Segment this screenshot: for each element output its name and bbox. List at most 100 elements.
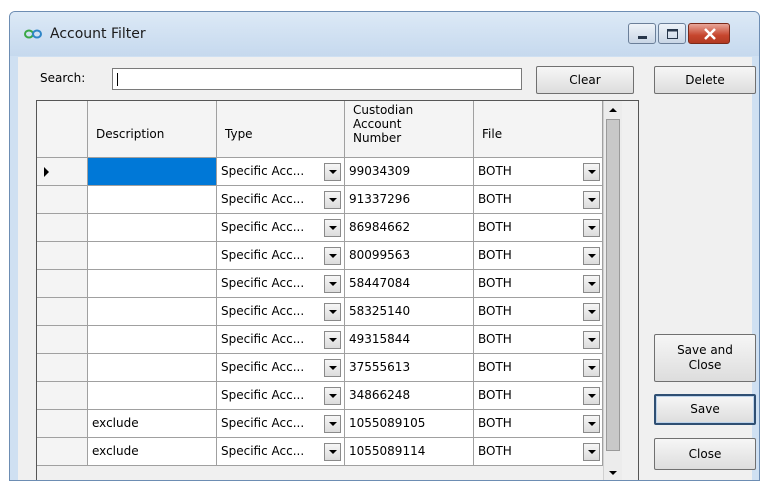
file-combo-cell[interactable]: BOTH: [474, 410, 603, 438]
scroll-down-arrow-icon[interactable]: [604, 464, 622, 480]
type-combo-cell[interactable]: Specific Acc...: [217, 186, 345, 214]
close-window-button[interactable]: [688, 23, 730, 44]
dropdown-arrow-icon[interactable]: [324, 331, 341, 349]
clear-button[interactable]: Clear: [536, 66, 634, 94]
dropdown-arrow-icon[interactable]: [324, 387, 341, 405]
column-header-file[interactable]: File: [474, 101, 603, 158]
description-cell[interactable]: exclude: [88, 438, 217, 466]
dropdown-arrow-icon[interactable]: [583, 247, 600, 265]
account-number-cell[interactable]: 1055089114: [345, 438, 474, 466]
type-combo-cell[interactable]: Specific Acc...: [217, 214, 345, 242]
account-number-cell[interactable]: 34866248: [345, 382, 474, 410]
description-cell[interactable]: [88, 186, 217, 214]
row-header[interactable]: [37, 270, 88, 298]
dropdown-arrow-icon[interactable]: [324, 219, 341, 237]
dropdown-arrow-icon[interactable]: [583, 191, 600, 209]
account-number-cell[interactable]: 80099563: [345, 242, 474, 270]
row-header[interactable]: [37, 354, 88, 382]
dropdown-arrow-icon[interactable]: [583, 415, 600, 433]
dropdown-arrow-icon[interactable]: [324, 303, 341, 321]
dropdown-arrow-icon[interactable]: [583, 443, 600, 461]
account-number-cell[interactable]: 91337296: [345, 186, 474, 214]
dropdown-arrow-icon[interactable]: [583, 275, 600, 293]
dropdown-arrow-icon[interactable]: [324, 191, 341, 209]
vertical-scrollbar[interactable]: [603, 101, 622, 480]
minimize-button[interactable]: [628, 23, 656, 44]
dropdown-arrow-icon[interactable]: [324, 443, 341, 461]
scroll-up-arrow-icon[interactable]: [604, 101, 622, 119]
file-combo-cell[interactable]: BOTH: [474, 438, 603, 466]
description-cell[interactable]: [88, 242, 217, 270]
description-cell[interactable]: [88, 214, 217, 242]
row-header[interactable]: [37, 410, 88, 438]
row-header[interactable]: [37, 382, 88, 410]
dropdown-arrow-icon[interactable]: [324, 359, 341, 377]
type-combo-cell[interactable]: Specific Acc...: [217, 326, 345, 354]
column-header-description[interactable]: Description: [88, 101, 217, 158]
description-cell[interactable]: [88, 270, 217, 298]
search-input[interactable]: [112, 68, 522, 90]
file-combo-cell[interactable]: BOTH: [474, 214, 603, 242]
dropdown-arrow-icon[interactable]: [324, 275, 341, 293]
account-grid[interactable]: Description Type Custodian Account Numbe…: [36, 100, 639, 480]
dropdown-arrow-icon[interactable]: [583, 359, 600, 377]
description-cell[interactable]: exclude: [88, 410, 217, 438]
dropdown-arrow-icon[interactable]: [583, 163, 600, 181]
type-combo-cell[interactable]: Specific Acc...: [217, 270, 345, 298]
row-header[interactable]: [37, 242, 88, 270]
file-combo-cell[interactable]: BOTH: [474, 354, 603, 382]
account-number-cell[interactable]: 86984662: [345, 214, 474, 242]
file-combo-cell[interactable]: BOTH: [474, 326, 603, 354]
dropdown-arrow-icon[interactable]: [583, 303, 600, 321]
account-number-cell[interactable]: 49315844: [345, 326, 474, 354]
row-header[interactable]: [37, 214, 88, 242]
row-header[interactable]: [37, 158, 88, 186]
file-combo-cell[interactable]: BOTH: [474, 186, 603, 214]
file-combo-cell[interactable]: BOTH: [474, 382, 603, 410]
account-number-cell[interactable]: 37555613: [345, 354, 474, 382]
column-header-custodian-account-number[interactable]: Custodian Account Number: [345, 101, 474, 158]
column-header-type[interactable]: Type: [217, 101, 345, 158]
file-combo-cell[interactable]: BOTH: [474, 242, 603, 270]
file-combo-cell[interactable]: BOTH: [474, 158, 603, 186]
dropdown-arrow-icon[interactable]: [583, 331, 600, 349]
type-combo-cell[interactable]: Specific Acc...: [217, 158, 345, 186]
save-and-close-label-line1: Save and: [677, 343, 733, 357]
file-value: BOTH: [478, 332, 512, 346]
dropdown-arrow-icon[interactable]: [583, 219, 600, 237]
row-header[interactable]: [37, 298, 88, 326]
account-number-cell[interactable]: 1055089105: [345, 410, 474, 438]
description-cell[interactable]: [88, 382, 217, 410]
save-button[interactable]: Save: [654, 394, 756, 425]
maximize-button[interactable]: [658, 23, 686, 44]
dropdown-arrow-icon[interactable]: [583, 387, 600, 405]
type-combo-cell[interactable]: Specific Acc...: [217, 298, 345, 326]
account-number-cell[interactable]: 58325140: [345, 298, 474, 326]
file-value: BOTH: [478, 220, 512, 234]
save-and-close-button[interactable]: Save and Close: [654, 334, 756, 382]
type-combo-cell[interactable]: Specific Acc...: [217, 242, 345, 270]
type-combo-cell[interactable]: Specific Acc...: [217, 382, 345, 410]
description-cell[interactable]: [88, 354, 217, 382]
description-cell[interactable]: [88, 298, 217, 326]
title-bar[interactable]: Account Filter: [10, 12, 759, 56]
type-combo-cell[interactable]: Specific Acc...: [217, 354, 345, 382]
dropdown-arrow-icon[interactable]: [324, 163, 341, 181]
scroll-thumb[interactable]: [606, 119, 620, 451]
type-combo-cell[interactable]: Specific Acc...: [217, 410, 345, 438]
delete-button[interactable]: Delete: [654, 66, 756, 94]
row-header[interactable]: [37, 438, 88, 466]
row-header[interactable]: [37, 326, 88, 354]
row-header[interactable]: [37, 186, 88, 214]
file-combo-cell[interactable]: BOTH: [474, 298, 603, 326]
dropdown-arrow-icon[interactable]: [324, 415, 341, 433]
description-cell[interactable]: [88, 158, 217, 186]
file-combo-cell[interactable]: BOTH: [474, 270, 603, 298]
description-cell[interactable]: [88, 326, 217, 354]
account-number-cell[interactable]: 99034309: [345, 158, 474, 186]
dropdown-arrow-icon[interactable]: [324, 247, 341, 265]
close-button[interactable]: Close: [654, 438, 756, 470]
account-number-cell[interactable]: 58447084: [345, 270, 474, 298]
type-combo-cell[interactable]: Specific Acc...: [217, 438, 345, 466]
infinity-logo-icon: [24, 29, 42, 39]
